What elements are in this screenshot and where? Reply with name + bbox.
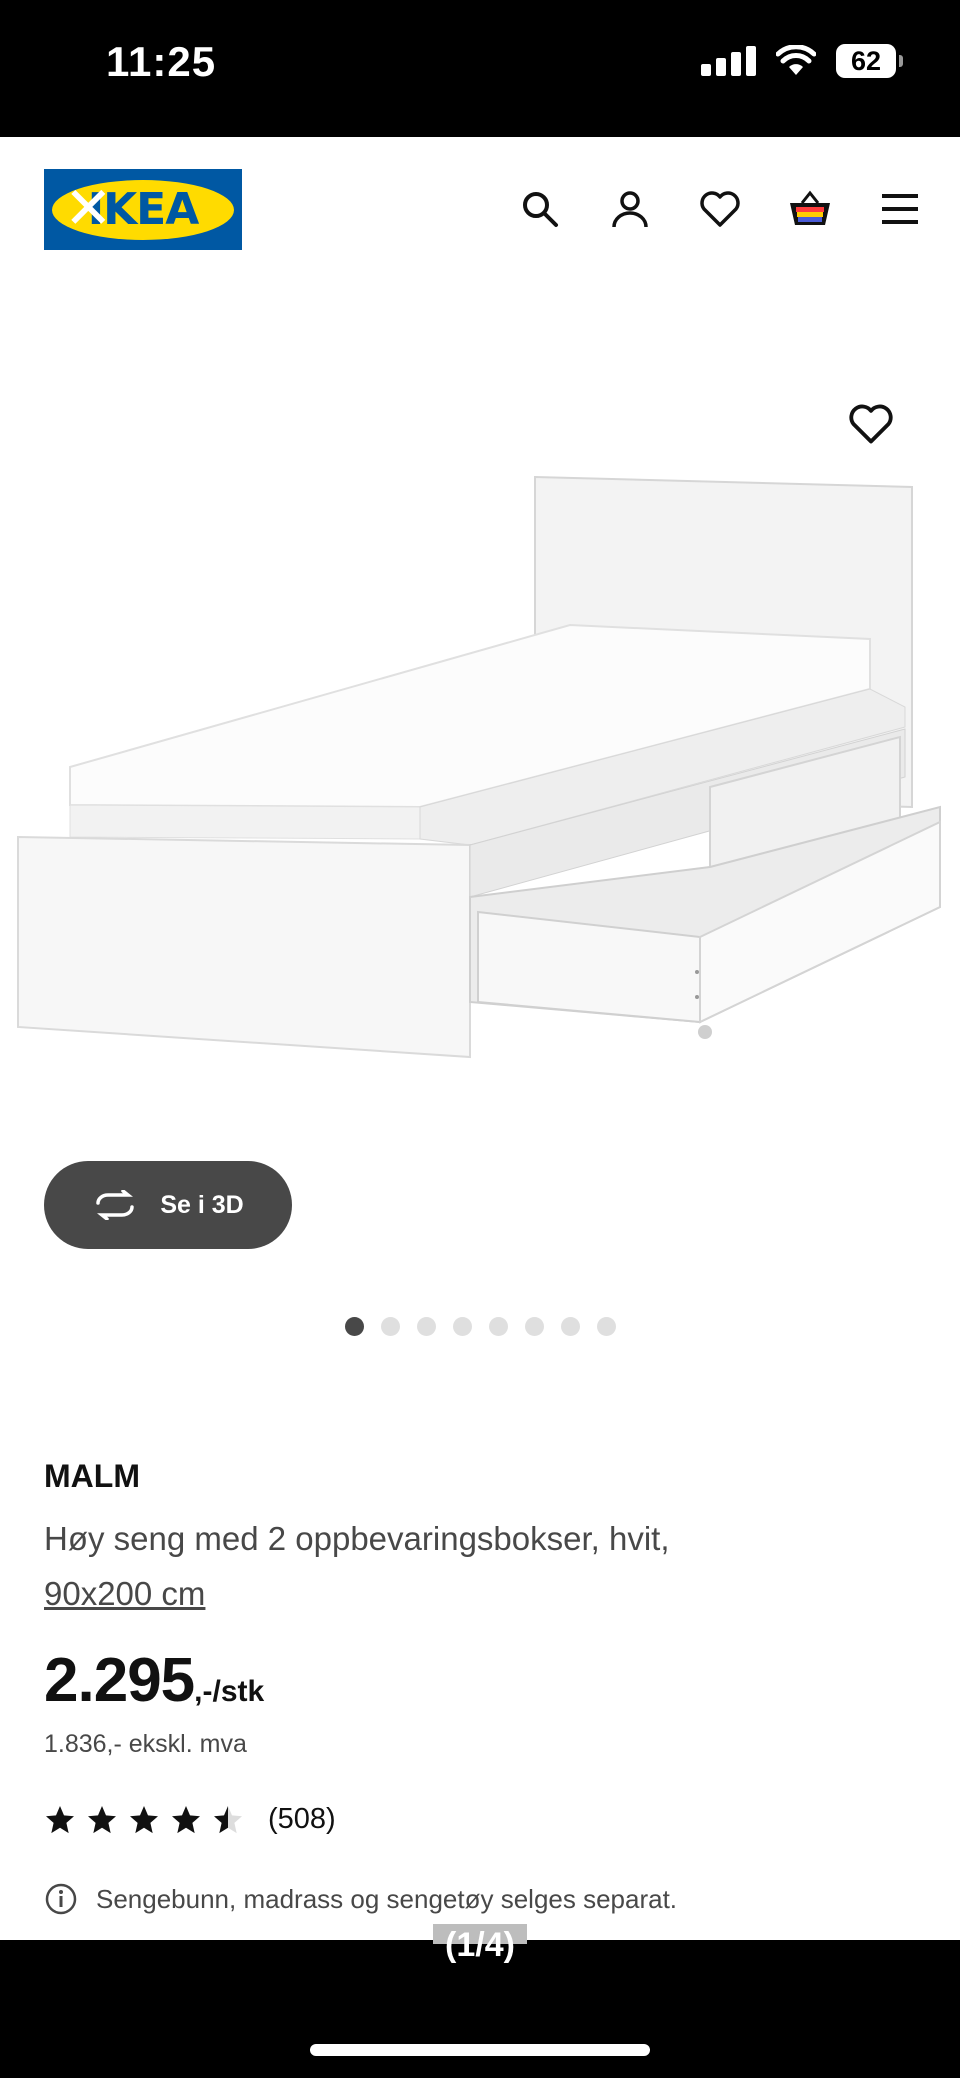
notice-text: Sengebunn, madrass og sengetøy selges se… [96,1883,678,1914]
close-icon[interactable]: ✕ [64,173,113,243]
account-icon[interactable] [606,185,654,233]
ikea-logo[interactable]: IKEA ✕ [44,169,242,250]
bed-product-image [17,475,941,1059]
star-full-icon [88,1805,116,1833]
review-count[interactable]: (508) [268,1803,336,1836]
product-info: MALM Høy seng med 2 oppbevaringsbokser, … [44,1458,924,1916]
status-bar: 11:25 62 [0,0,960,137]
view-3d-label: Se i 3D [160,1190,244,1219]
gallery-dot[interactable] [597,1317,616,1336]
gallery-dot[interactable] [381,1317,400,1336]
view-3d-button[interactable]: Se i 3D [44,1161,292,1249]
price-integer: 2.295 [44,1646,195,1715]
battery-icon: 62 [836,44,903,78]
price-suffix: ,-/stk [194,1675,265,1708]
star-full-icon [130,1805,158,1833]
gallery-dot[interactable] [453,1317,472,1336]
gallery-pagination [345,1317,616,1336]
price-excl-vat: 1.836,- ekskl. mva [44,1730,247,1758]
product-gallery[interactable]: Se i 3D [0,287,960,1336]
product-rating[interactable]: (508) [44,1803,924,1836]
star-half-icon [214,1805,242,1833]
gallery-dot[interactable] [525,1317,544,1336]
status-icons: 62 [701,44,903,78]
signal-icon [701,46,756,76]
product-dimensions-link[interactable]: 90x200 cm [44,1567,924,1621]
star-full-icon [172,1805,200,1833]
home-indicator[interactable] [310,2044,650,2056]
rotate-3d-icon [96,1190,135,1220]
product-notice: Sengebunn, madrass og sengetøy selges se… [44,1882,924,1916]
search-icon[interactable] [516,185,564,233]
menu-icon[interactable] [876,185,924,233]
wifi-icon [776,45,816,75]
header-actions [516,185,924,233]
gallery-dot[interactable] [345,1317,364,1336]
product-brand: MALM [44,1458,140,1494]
product-description: Høy seng med 2 oppbevaringsbokser, hvit, [44,1520,670,1557]
page-indicator: (1/4) [445,1926,515,1964]
gallery-dot[interactable] [417,1317,436,1336]
rating-stars [44,1804,244,1836]
wishlist-icon[interactable] [696,185,744,233]
status-time: 11:25 [106,38,217,85]
gallery-dot[interactable] [561,1317,580,1336]
site-header: IKEA ✕ [0,137,960,287]
info-icon [45,1883,77,1915]
favourite-heart-icon[interactable] [848,401,894,447]
gallery-dot[interactable] [489,1317,508,1336]
star-full-icon [46,1805,74,1833]
cart-icon[interactable] [786,185,834,233]
product-price: 2.295 ,-/stk [44,1645,924,1716]
